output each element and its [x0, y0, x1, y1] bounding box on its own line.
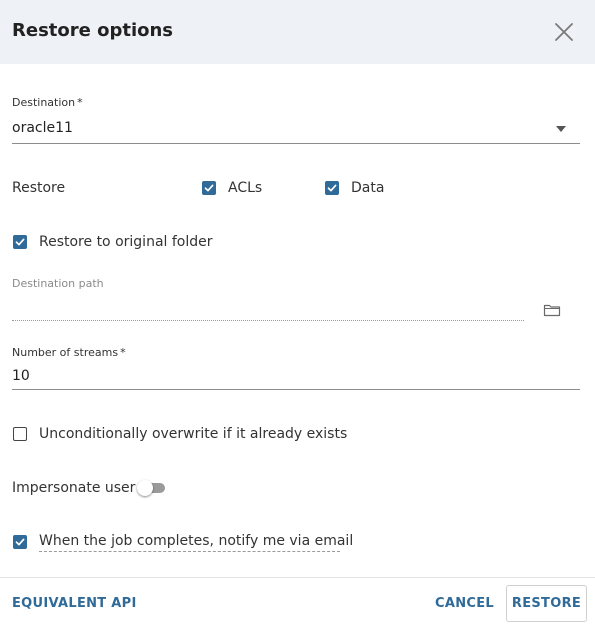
acls-label: ACLs [228, 180, 263, 196]
footer-divider [0, 577, 595, 578]
restore-original-checkbox[interactable] [13, 235, 27, 249]
impersonate-label: Impersonate user [12, 480, 136, 496]
close-button[interactable] [552, 20, 576, 44]
destination-select[interactable]: oracle11 [12, 120, 73, 136]
equivalent-api-button[interactable]: EQUIVALENT API [12, 596, 137, 611]
data-checkbox[interactable] [325, 181, 339, 195]
close-icon [555, 23, 573, 41]
destination-path-underline [12, 320, 524, 321]
destination-path-input[interactable] [12, 300, 522, 318]
streams-input[interactable]: 10 [12, 368, 30, 384]
notify-label: When the job completes, notify me via em… [39, 533, 354, 549]
notify-underline [39, 551, 340, 552]
destination-path-label: Destination path [12, 277, 104, 290]
impersonate-toggle-knob[interactable] [137, 480, 153, 496]
streams-underline [12, 389, 580, 390]
overwrite-checkbox[interactable] [13, 427, 27, 441]
restore-original-label: Restore to original folder [39, 234, 213, 250]
data-label: Data [351, 180, 385, 196]
dialog-title: Restore options [12, 20, 174, 41]
caret-down-icon[interactable] [555, 125, 567, 133]
restore-button-label: RESTORE [511, 596, 582, 611]
cancel-button[interactable]: CANCEL [435, 596, 494, 611]
folder-icon[interactable] [543, 303, 561, 317]
destination-label: Destination * [12, 96, 83, 109]
streams-label: Number of streams * [12, 346, 126, 359]
acls-checkbox[interactable] [202, 181, 216, 195]
restore-button[interactable]: RESTORE [506, 585, 587, 622]
dialog-header: Restore options [0, 0, 595, 64]
destination-underline [12, 143, 580, 144]
overwrite-label: Unconditionally overwrite if it already … [39, 426, 348, 442]
notify-checkbox[interactable] [13, 535, 27, 549]
restore-label: Restore [12, 180, 66, 196]
